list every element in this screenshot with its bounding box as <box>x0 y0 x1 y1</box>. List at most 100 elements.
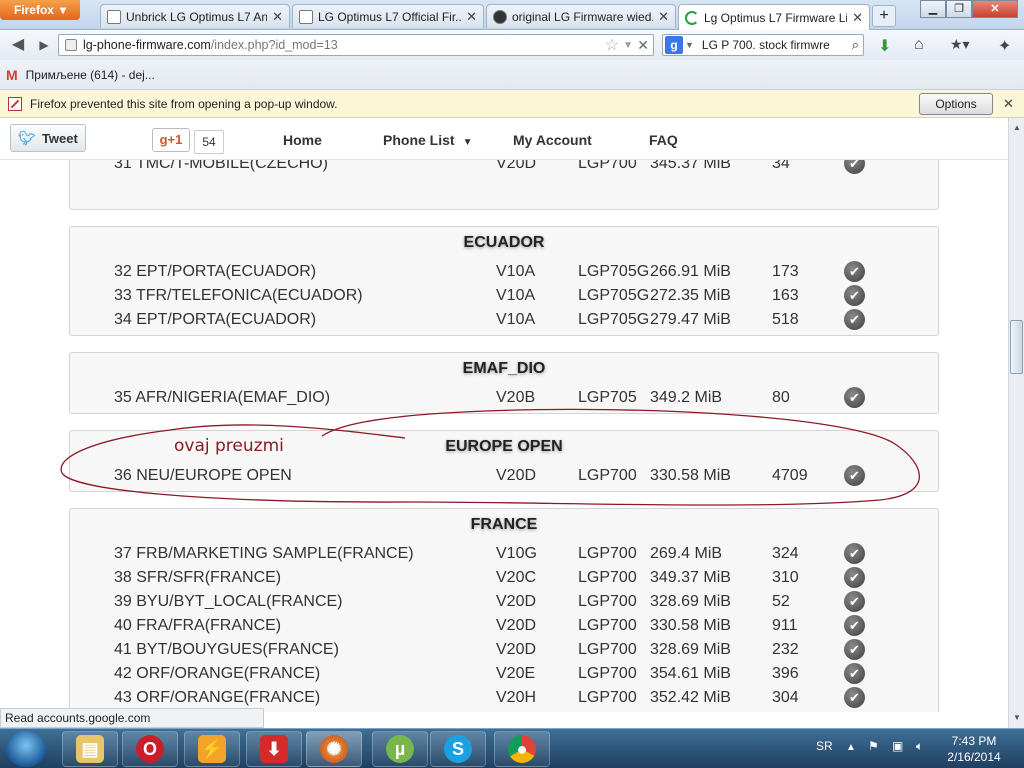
checkmark-icon[interactable]: ✔ <box>844 261 865 282</box>
firmware-row[interactable]: 35 AFR/NIGERIA(EMAF_DIO) V20B LGP705 349.2 … <box>114 386 874 410</box>
checkmark-icon[interactable]: ✔ <box>844 663 865 684</box>
firmware-name[interactable]: 37 FRB/MARKETING SAMPLE(FRANCE) <box>114 545 414 563</box>
firmware-row[interactable]: 33 TFR/TELEFONICA(ECUADOR) V10A LGP705G 272… <box>114 284 874 308</box>
taskbar-winamp[interactable]: ⚡ <box>184 731 240 767</box>
search-icon[interactable]: ⌕ <box>852 37 859 53</box>
scrollbar-thumb[interactable] <box>1010 320 1023 374</box>
maximize-button[interactable]: ❐ <box>946 0 972 18</box>
status-bar: Read accounts.google.com <box>0 708 264 728</box>
volume-icon[interactable]: 🔈︎ <box>916 739 923 754</box>
bookmarks-menu-icon[interactable]: ★▾ <box>950 36 970 53</box>
firmware-version: V10A <box>496 311 536 328</box>
caret-down-icon: ▼ <box>462 137 473 148</box>
firmware-name[interactable]: 33 TFR/TELEFONICA(ECUADOR) <box>114 287 363 305</box>
vertical-scrollbar[interactable]: ▲ ▼ <box>1008 118 1024 728</box>
firmware-name[interactable]: 35 AFR/NIGERIA(EMAF_DIO) <box>114 389 330 407</box>
search-bar[interactable]: g ▼ LG P 700. stock firmwre ⌕ <box>662 34 864 56</box>
history-dropdown-icon[interactable]: ▼ <box>623 40 633 51</box>
bookmark-star-icon[interactable]: ☆ <box>605 35 619 55</box>
firmware-row[interactable]: 36 NEU/EUROPE OPEN V20D LGP700 330.58 MiB 47… <box>114 464 874 488</box>
firmware-row[interactable]: 42 ORF/ORANGE(FRANCE) V20E LGP700 354.61 Mi… <box>114 662 874 686</box>
scroll-down-arrow-icon[interactable]: ▼ <box>1009 710 1024 726</box>
taskbar-utorrent[interactable]: µ <box>372 731 428 767</box>
phone-model: LGP700 <box>578 617 637 634</box>
close-notification-icon[interactable]: ✕ <box>1003 96 1014 112</box>
menu-my-account[interactable]: My Account <box>513 132 592 148</box>
phone-model: LGP705G <box>578 311 650 328</box>
tab-original-firmware[interactable]: original LG Firmware wied... ✕ <box>486 4 676 28</box>
site-identity-icon[interactable] <box>65 39 77 51</box>
download-arrow-icon[interactable]: ⬇ <box>878 36 891 56</box>
checkmark-icon[interactable]: ✔ <box>844 615 865 636</box>
toolbar-overflow-icon[interactable]: ✦ <box>998 36 1011 56</box>
firmware-row[interactable]: 43 ORF/ORANGE(FRANCE) V20H LGP700 352.42 Mi… <box>114 686 874 710</box>
menu-home[interactable]: Home <box>283 132 322 148</box>
taskbar-explorer[interactable]: ▤ <box>62 731 118 767</box>
checkmark-icon[interactable]: ✔ <box>844 567 865 588</box>
bookmark-gmail[interactable]: Примљене (614) - dej... <box>26 68 155 82</box>
firmware-name[interactable]: 38 SFR/SFR(FRANCE) <box>114 569 281 587</box>
menu-phone-list[interactable]: Phone List ▼ <box>383 132 472 148</box>
firmware-row[interactable]: 40 FRA/FRA(FRANCE) V20D LGP700 330.58 MiB 91… <box>114 614 874 638</box>
firmware-row[interactable]: 39 BYU/BYT_LOCAL(FRANCE) V20D LGP700 328.69… <box>114 590 874 614</box>
taskbar-opera[interactable]: O <box>122 731 178 767</box>
address-bar[interactable]: lg-phone-firmware.com/index.php?id_mod=1… <box>58 34 654 56</box>
checkmark-icon[interactable]: ✔ <box>844 465 865 486</box>
checkmark-icon[interactable]: ✔ <box>844 387 865 408</box>
firmware-row[interactable]: 41 BYT/BOUYGUES(FRANCE) V20D LGP700 328.69 … <box>114 638 874 662</box>
tab-firmware-list[interactable]: Lg Optimus L7 Firmware List ✕ <box>678 4 870 30</box>
firefox-menu-button[interactable]: Firefox ▾ <box>0 0 80 20</box>
taskbar-firefox[interactable]: ✺ <box>306 731 362 767</box>
show-hidden-icons-icon[interactable]: ▲ <box>846 742 856 753</box>
search-engine-dropdown-icon[interactable]: ▼ <box>685 40 694 50</box>
phone-model: LGP700 <box>578 689 637 706</box>
checkmark-icon[interactable]: ✔ <box>844 639 865 660</box>
close-tab-icon[interactable]: ✕ <box>658 9 669 25</box>
search-input[interactable]: LG P 700. stock firmwre <box>702 38 830 52</box>
network-icon[interactable]: ▣ <box>892 739 903 753</box>
google-plus-button[interactable]: g+1 <box>152 128 190 152</box>
firmware-name[interactable]: 36 NEU/EUROPE OPEN <box>114 467 292 485</box>
windows-start-icon[interactable] <box>6 731 46 767</box>
firmware-name[interactable]: 32 EPT/PORTA(ECUADOR) <box>114 263 316 281</box>
firmware-row[interactable]: 37 FRB/MARKETING SAMPLE(FRANCE) V10G LGP70… <box>114 542 874 566</box>
firmware-name[interactable]: 41 BYT/BOUYGUES(FRANCE) <box>114 641 339 659</box>
firmware-name[interactable]: 40 FRA/FRA(FRANCE) <box>114 617 281 635</box>
close-tab-icon[interactable]: ✕ <box>852 10 863 26</box>
firmware-name[interactable]: 39 BYU/BYT_LOCAL(FRANCE) <box>114 593 343 611</box>
firmware-name[interactable]: 42 ORF/ORANGE(FRANCE) <box>114 665 320 683</box>
tab-unbrick[interactable]: Unbrick LG Optimus L7 An... ✕ <box>100 4 290 28</box>
system-clock[interactable]: 7:43 PM 2/16/2014 <box>944 733 1004 765</box>
firmware-name[interactable]: 43 ORF/ORANGE(FRANCE) <box>114 689 320 707</box>
taskbar-chrome[interactable]: ● <box>494 731 550 767</box>
close-tab-icon[interactable]: ✕ <box>272 9 283 25</box>
checkmark-icon[interactable]: ✔ <box>844 309 865 330</box>
new-tab-button[interactable]: + <box>872 5 896 27</box>
checkmark-icon[interactable]: ✔ <box>844 591 865 612</box>
options-button[interactable]: Options <box>919 93 993 115</box>
checkmark-icon[interactable]: ✔ <box>844 285 865 306</box>
close-tab-icon[interactable]: ✕ <box>466 9 477 25</box>
firmware-row[interactable]: 32 EPT/PORTA(ECUADOR) V10A LGP705G 266.91 M… <box>114 260 874 284</box>
back-arrow-icon[interactable]: ◀ <box>6 34 30 56</box>
home-icon[interactable]: ⌂ <box>914 36 924 54</box>
firmware-row[interactable]: 34 EPT/PORTA(ECUADOR) V10A LGP705G 279.47 M… <box>114 308 874 332</box>
tab-official-firmware[interactable]: LG Optimus L7 Official Fir... ✕ <box>292 4 484 28</box>
google-icon[interactable]: g <box>665 36 683 54</box>
language-indicator[interactable]: SR <box>816 739 833 753</box>
forward-arrow-icon[interactable]: ▶ <box>32 34 56 56</box>
phone-model: LGP700 <box>578 545 637 562</box>
taskbar-download-manager[interactable]: ⬇ <box>246 731 302 767</box>
minimize-button[interactable]: ▁ <box>920 0 946 18</box>
checkmark-icon[interactable]: ✔ <box>844 543 865 564</box>
firmware-name[interactable]: 34 EPT/PORTA(ECUADOR) <box>114 311 316 329</box>
flag-icon[interactable]: ⚑ <box>868 739 879 753</box>
tweet-button[interactable]: 🐦︎ Tweet <box>10 124 86 152</box>
menu-faq[interactable]: FAQ <box>649 132 678 148</box>
stop-icon[interactable]: ✕ <box>637 37 649 54</box>
firmware-row[interactable]: 38 SFR/SFR(FRANCE) V20C LGP700 349.37 MiB 31… <box>114 566 874 590</box>
checkmark-icon[interactable]: ✔ <box>844 687 865 708</box>
taskbar-skype[interactable]: S <box>430 731 486 767</box>
close-window-button[interactable]: ✕ <box>972 0 1018 18</box>
scroll-up-arrow-icon[interactable]: ▲ <box>1009 120 1024 136</box>
